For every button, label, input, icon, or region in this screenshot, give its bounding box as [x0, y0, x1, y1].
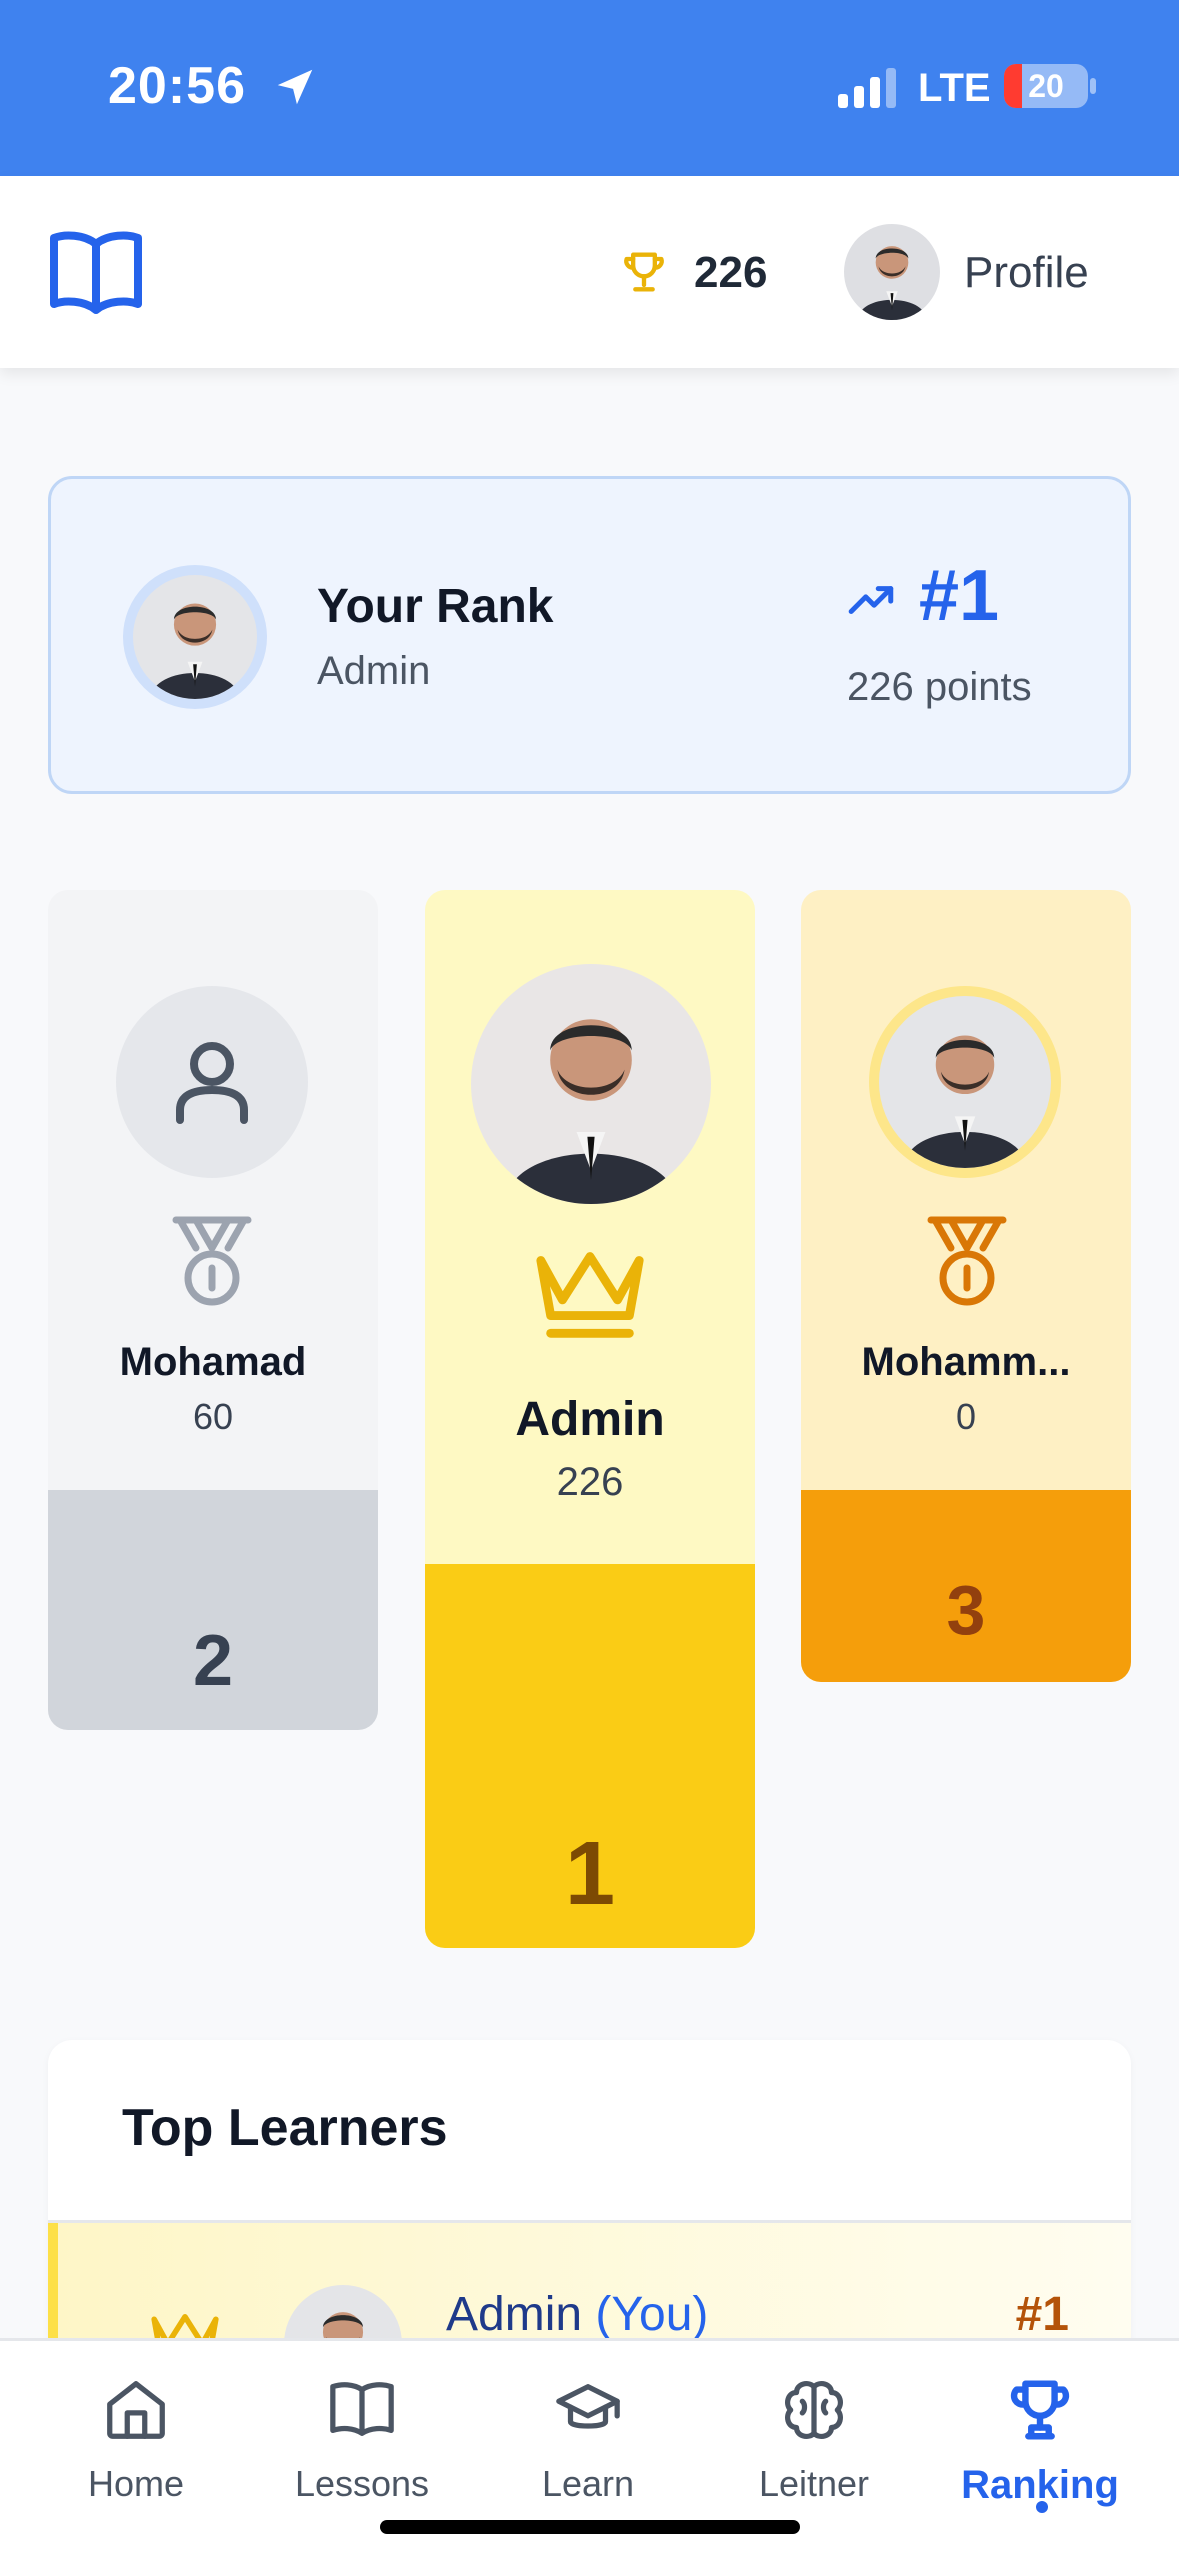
- podium-third-base: 3: [801, 1490, 1131, 1682]
- podium-second-base: 2: [48, 1490, 378, 1730]
- brain-icon: [785, 2381, 843, 2439]
- podium-second-name: Mohamad: [119, 1340, 307, 1384]
- podium-third-name: Mohamm...: [861, 1340, 1071, 1384]
- podium-third-place-number: 3: [946, 1571, 986, 1649]
- tab-label: Learn: [541, 2463, 635, 2504]
- book-icon: [330, 2382, 394, 2436]
- active-indicator-dot: [1036, 2501, 1048, 2513]
- bronze-medal-icon: [927, 1216, 1007, 1306]
- crown-icon: [536, 1252, 644, 1338]
- learner-name: Admin (You): [446, 2287, 708, 2342]
- podium-first-base: 1: [425, 1564, 755, 1948]
- header-avatar[interactable]: [844, 224, 940, 320]
- podium-third-place[interactable]: Mohamm... 0 3: [801, 890, 1131, 1682]
- battery-nub: [1090, 78, 1096, 94]
- podium-third-score: 0: [955, 1396, 977, 1437]
- podium-first-place-number: 1: [564, 1824, 616, 1924]
- your-rank-card: Your Rank Admin #1 226 points: [48, 476, 1131, 794]
- podium-first-score: 226: [556, 1460, 624, 1504]
- your-rank-title: Your Rank: [317, 580, 554, 633]
- podium-second-score: 60: [192, 1396, 234, 1437]
- book-logo-icon[interactable]: [48, 228, 144, 316]
- podium-third-avatar: [869, 986, 1061, 1178]
- you-tag: (You): [595, 2288, 709, 2341]
- graduation-cap-icon: [556, 2384, 620, 2429]
- your-rank-username: Admin: [317, 649, 431, 693]
- tab-leitner[interactable]: Leitner: [714, 2375, 914, 2505]
- trophy-icon: [1010, 2380, 1070, 2440]
- tab-learn[interactable]: Learn: [488, 2375, 688, 2505]
- status-bar: 20:56 LTE 20: [0, 0, 1179, 176]
- podium-first-place[interactable]: Admin 226 1: [425, 890, 755, 1948]
- podium-first-name: Admin: [515, 1393, 665, 1446]
- tab-label: Home: [87, 2463, 185, 2504]
- battery-level: 20: [1028, 68, 1064, 104]
- podium-second-place[interactable]: Mohamad 60 2: [48, 890, 378, 1730]
- podium-second-place-number: 2: [192, 1621, 234, 1701]
- signal-icon: [838, 68, 896, 108]
- learner-name-text: Admin: [446, 2288, 583, 2341]
- podium-first-avatar: [471, 964, 711, 1204]
- tab-label: Lessons: [294, 2463, 430, 2504]
- header-points: 226: [694, 248, 768, 297]
- trending-up-icon: [848, 586, 894, 614]
- default-user-avatar: [116, 986, 308, 1178]
- location-arrow-icon: [277, 69, 313, 105]
- profile-link[interactable]: Profile: [964, 248, 1089, 298]
- your-rank-position: #1: [919, 556, 1000, 636]
- app-header: 226 Profile: [0, 176, 1179, 368]
- trophy-icon: [624, 252, 664, 292]
- user-icon: [176, 1042, 248, 1124]
- tab-label: Leitner: [758, 2463, 870, 2504]
- silver-medal-icon: [172, 1216, 252, 1306]
- tab-lessons[interactable]: Lessons: [262, 2375, 462, 2505]
- learner-rank: #1: [1015, 2288, 1069, 2341]
- your-rank-avatar: [123, 565, 267, 709]
- home-indicator[interactable]: [380, 2520, 800, 2534]
- top-learners-title: Top Learners: [122, 2099, 448, 2157]
- tab-home[interactable]: Home: [36, 2375, 236, 2505]
- battery-icon: 20: [1004, 64, 1088, 108]
- your-rank-points: 226 points: [847, 665, 1032, 709]
- tab-ranking[interactable]: Ranking: [940, 2375, 1140, 2513]
- home-icon: [107, 2381, 165, 2439]
- status-time: 20:56: [108, 57, 246, 115]
- network-type: LTE: [918, 66, 991, 110]
